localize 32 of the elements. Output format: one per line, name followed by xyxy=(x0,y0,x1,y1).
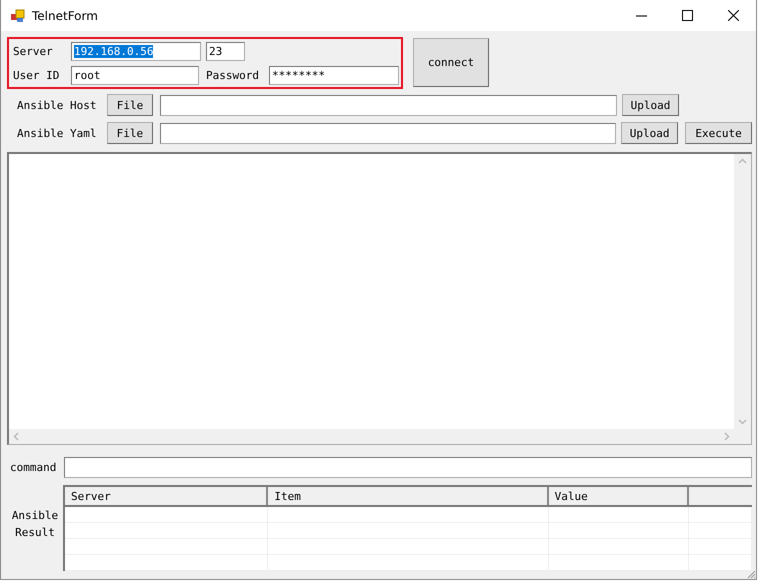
result-label: Ansible Result xyxy=(10,508,60,541)
column-header[interactable]: Value xyxy=(548,487,690,505)
maximize-icon xyxy=(682,10,692,21)
upload-button[interactable]: Upload xyxy=(621,122,678,144)
connect-button[interactable]: connect xyxy=(413,38,489,87)
server-field[interactable]: 192.168.0.56 xyxy=(71,42,201,60)
port-field[interactable]: 23 xyxy=(206,42,245,60)
app-icon xyxy=(10,8,26,24)
scroll-left-icon[interactable] xyxy=(13,432,19,441)
user-id-label: User ID xyxy=(13,68,60,82)
password-field[interactable]: ******** xyxy=(269,66,399,84)
scroll-down-icon[interactable] xyxy=(738,419,747,425)
user-field[interactable]: root xyxy=(71,66,199,84)
server-label: Server xyxy=(13,44,54,58)
path-field[interactable] xyxy=(160,122,616,144)
upload-button[interactable]: Upload xyxy=(622,94,679,116)
path-field[interactable] xyxy=(160,94,617,116)
execute-button[interactable]: Execute xyxy=(685,122,752,144)
resize-grip-icon[interactable] xyxy=(746,569,756,579)
scroll-up-icon[interactable] xyxy=(738,158,747,164)
password-label: Password xyxy=(206,68,260,82)
command-label: command xyxy=(9,461,58,474)
scroll-right-icon[interactable] xyxy=(724,432,730,441)
command-field[interactable] xyxy=(64,457,752,478)
file-button[interactable]: File xyxy=(106,122,153,144)
file-button[interactable]: File xyxy=(107,94,153,116)
column-header[interactable]: Item xyxy=(268,487,549,505)
file-row-label: Ansible Host xyxy=(16,98,98,112)
window-title: TelnetForm xyxy=(32,8,99,22)
column-header[interactable]: Server xyxy=(65,487,268,505)
file-row-label: Ansible Yaml xyxy=(16,126,98,140)
close-icon xyxy=(728,10,738,21)
